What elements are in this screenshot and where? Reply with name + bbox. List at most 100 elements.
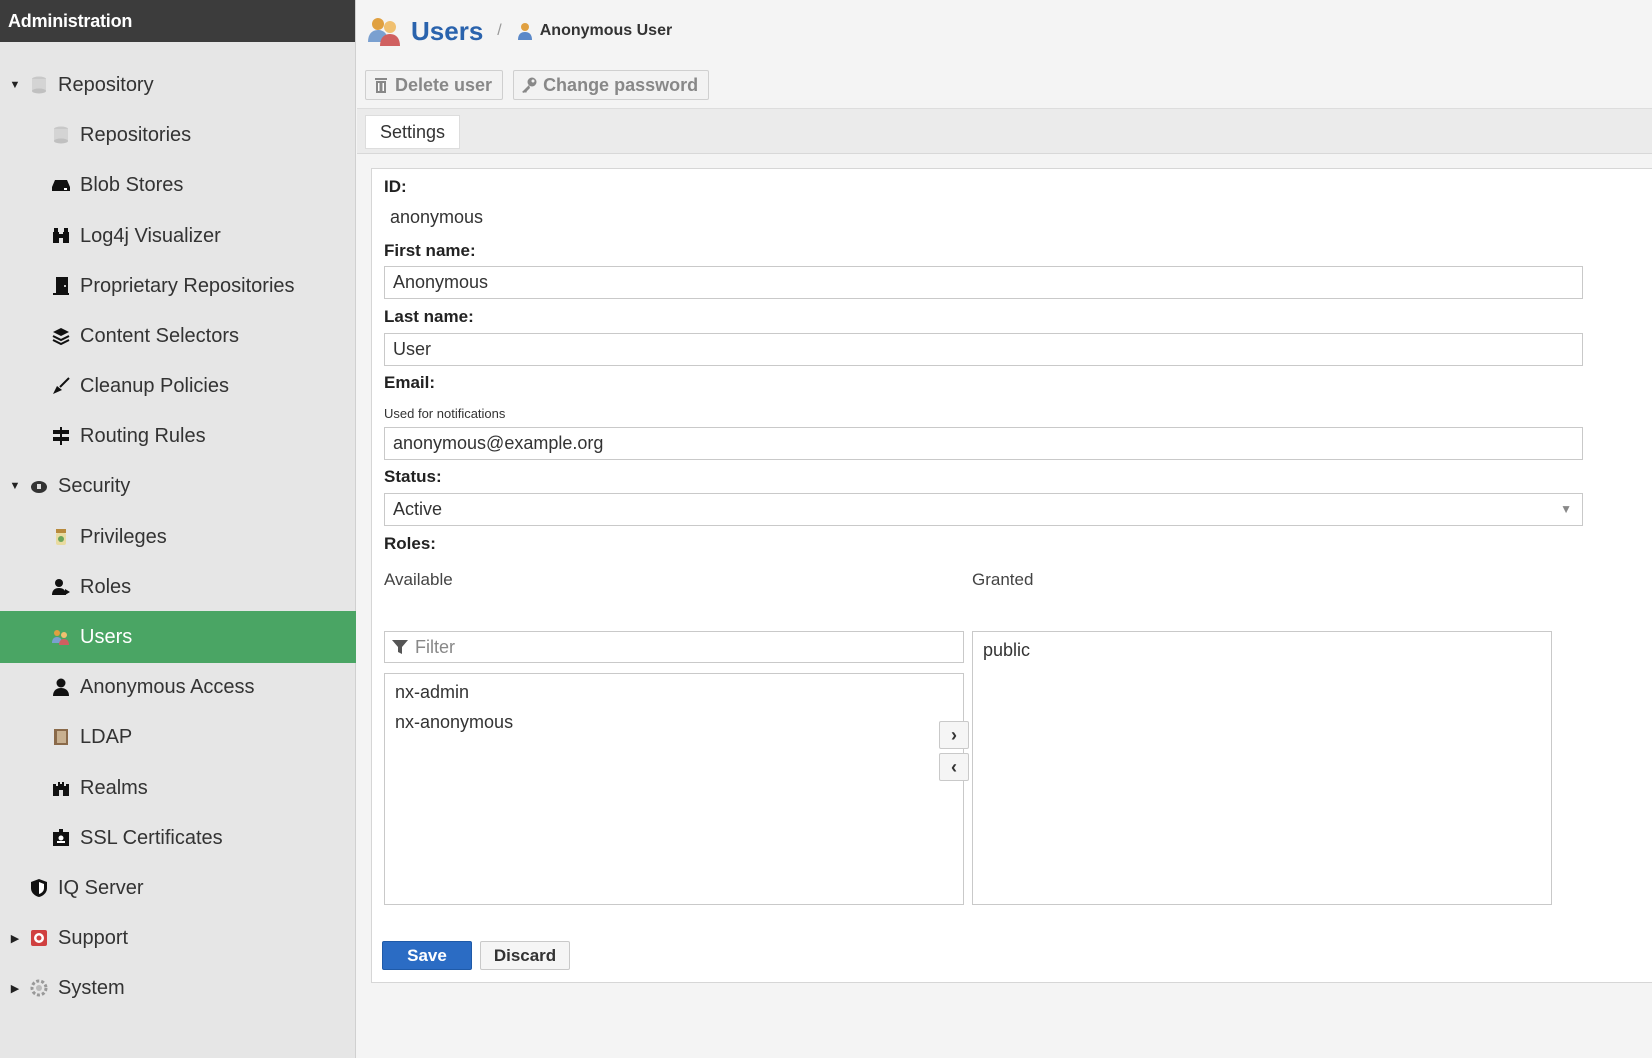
sidebar-item-users[interactable]: Users [0,611,356,663]
list-item[interactable]: public [973,636,1551,666]
id-value: anonymous [390,207,484,227]
available-roles-list[interactable]: nx-admin nx-anonymous [384,673,964,905]
sidebar-item-label: Roles [80,575,132,598]
trash-icon [375,78,387,93]
tab-settings[interactable]: Settings [365,115,461,149]
id-label: ID: [384,177,407,196]
expanded-arrow-icon[interactable]: ▼ [8,79,22,91]
first-name-label: First name: [384,241,476,260]
roles-label: Roles: [384,534,436,553]
user-tag-icon [50,576,72,598]
database-icon [50,124,72,146]
list-item[interactable]: nx-anonymous [385,708,963,738]
sidebar-item-support[interactable]: ▶ Support [0,912,356,964]
users-icon [368,18,400,46]
tab-bar: Settings [357,108,1652,154]
address-book-icon [50,726,72,748]
signpost-icon [50,425,72,447]
sidebar-item-content-selectors[interactable]: Content Selectors [0,310,356,362]
sidebar-item-repositories[interactable]: Repositories [0,109,356,161]
database-icon [28,74,50,96]
sidebar-item-roles[interactable]: Roles [0,561,356,613]
expanded-arrow-icon[interactable]: ▼ [8,480,22,492]
sidebar-item-cleanup-policies[interactable]: Cleanup Policies [0,360,356,412]
sidebar-item-label: Log4j Visualizer [80,224,221,247]
sidebar-item-label: Proprietary Repositories [80,274,295,297]
email-label: Email: [384,373,436,392]
sidebar-item-label: Routing Rules [80,424,206,447]
sidebar-item-repository[interactable]: ▼ Repository [0,59,356,111]
granted-roles-list[interactable]: public [972,631,1552,905]
remove-role-button[interactable]: ‹ [939,753,969,781]
sidebar-item-anonymous-access[interactable]: Anonymous Access [0,661,356,713]
filter-icon [392,640,408,654]
sidebar-item-label: Realms [80,776,148,799]
badge-icon [50,526,72,548]
lifebuoy-icon [28,927,50,949]
sidebar-item-proprietary-repositories[interactable]: Proprietary Repositories [0,260,356,312]
email-field[interactable] [384,427,1583,460]
sidebar: Administration ▼ Repository Repositories… [0,0,356,1058]
sidebar-item-blob-stores[interactable]: Blob Stores [0,159,356,211]
sidebar-item-privileges[interactable]: Privileges [0,511,356,563]
granted-label: Granted [972,570,1034,589]
broom-icon [50,375,72,397]
castle-icon [50,777,72,799]
sidebar-item-system[interactable]: ▶ System [0,962,356,1014]
save-button[interactable]: Save [382,941,472,970]
email-help-text: Used for notifications [384,406,506,421]
user-icon [50,676,72,698]
users-icon [50,626,72,648]
delete-user-button[interactable]: Delete user [365,70,504,100]
chevron-down-icon[interactable]: ▼ [1560,494,1572,525]
status-value: Active [393,499,443,519]
sidebar-item-label: Security [58,474,131,497]
shield-icon [28,877,50,899]
discard-button[interactable]: Discard [480,941,570,970]
change-password-label: Change password [543,74,699,95]
sidebar-item-label: System [58,976,125,999]
first-name-field[interactable] [384,266,1583,299]
status-label: Status: [384,467,442,486]
hard-drive-icon [50,174,72,196]
sidebar-item-label: Repositories [80,123,192,146]
sidebar-item-label: Support [58,926,129,949]
sidebar-item-ldap[interactable]: LDAP [0,711,356,763]
change-password-button[interactable]: Change password [513,70,710,100]
filter-input[interactable]: Filter [384,631,964,663]
sidebar-item-ssl-certificates[interactable]: SSL Certificates [0,812,356,864]
sidebar-item-iq-server[interactable]: IQ Server [0,862,356,914]
breadcrumb: Users / Anonymous User [357,0,1652,62]
key-icon [522,77,537,93]
sidebar-item-label: Users [80,625,133,648]
sidebar-item-label: LDAP [80,725,133,748]
security-icon [28,475,50,497]
sidebar-header: Administration [0,0,355,42]
delete-user-label: Delete user [395,74,493,95]
sidebar-item-log4j-visualizer[interactable]: Log4j Visualizer [0,210,356,262]
last-name-label: Last name: [384,307,474,326]
status-select[interactable]: Active ▼ [384,493,1583,526]
sidebar-item-label: Privileges [80,525,167,548]
sidebar-item-realms[interactable]: Realms [0,762,356,814]
last-name-field[interactable] [384,333,1583,366]
list-item[interactable]: nx-admin [385,678,963,708]
sidebar-item-routing-rules[interactable]: Routing Rules [0,410,356,462]
sidebar-item-label: Blob Stores [80,173,184,196]
sidebar-item-security[interactable]: ▼ Security [0,460,356,512]
available-label: Available [384,570,453,589]
sidebar-item-label: IQ Server [58,876,144,899]
collapsed-arrow-icon[interactable]: ▶ [8,982,22,995]
door-icon [50,275,72,297]
settings-form: ID: anonymous First name: Last name: Ema… [371,168,1652,983]
layers-icon [50,325,72,347]
sidebar-item-label: Content Selectors [80,324,239,347]
add-role-button[interactable]: › [939,721,969,749]
page-title[interactable]: Users [411,16,483,47]
filter-placeholder: Filter [415,636,455,657]
user-icon [517,23,532,40]
collapsed-arrow-icon[interactable]: ▶ [8,932,22,945]
toolbar: Delete user Change password [365,70,710,100]
sidebar-item-label: Repository [58,73,154,96]
main-content: Users / Anonymous User Delete user Chang… [357,0,1652,1058]
